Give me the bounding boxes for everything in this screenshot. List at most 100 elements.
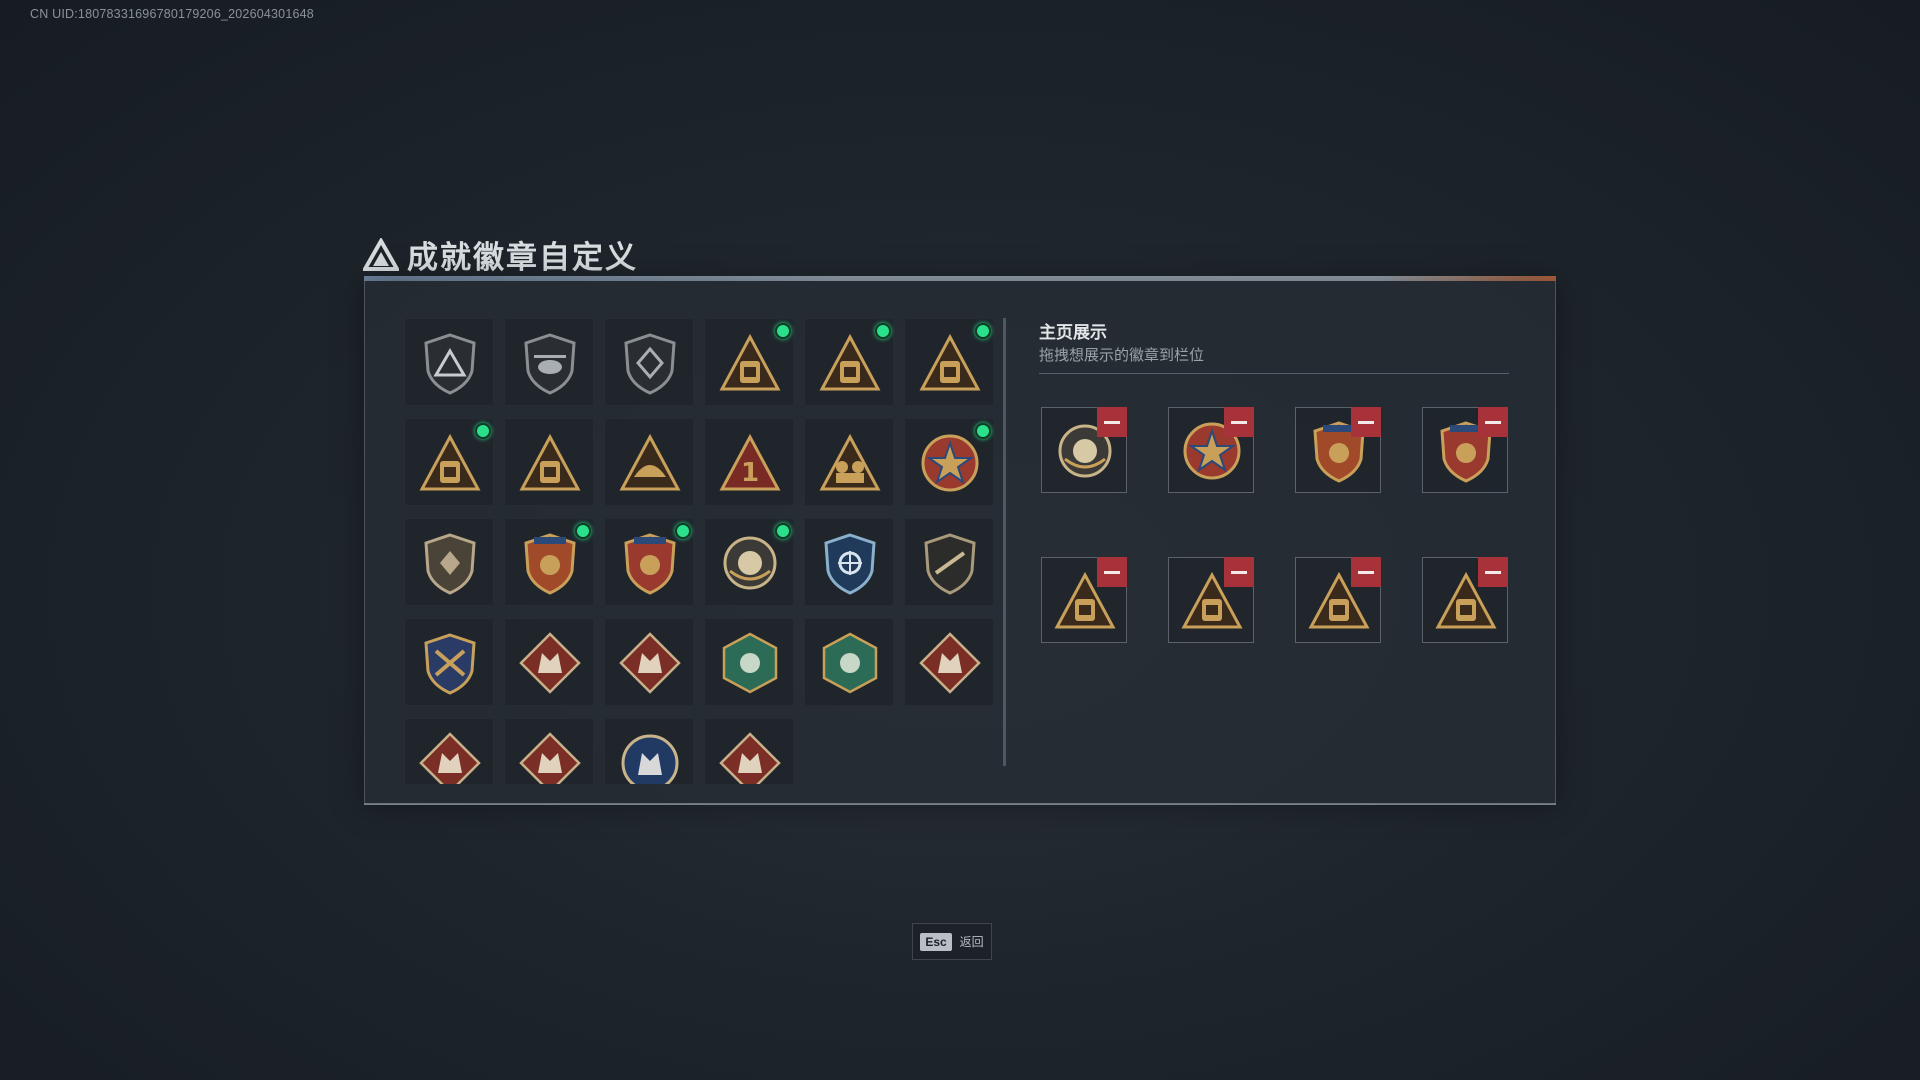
- wolf-red-diamond-badge-icon: [519, 632, 581, 694]
- vest-red-diamond-badge-icon: [719, 732, 781, 784]
- badge-cell[interactable]: [904, 318, 994, 406]
- shield-triangle-logo-icon: [424, 333, 476, 395]
- svg-text:1: 1: [741, 458, 759, 488]
- wolf-red-diamond-2-badge-icon: [619, 632, 681, 694]
- showcase-title: 主页展示: [1039, 323, 1107, 342]
- badge-cell[interactable]: [704, 618, 794, 706]
- badge-cell[interactable]: [604, 718, 694, 784]
- showcase-slot[interactable]: [1168, 557, 1254, 643]
- soldier-green-hex-badge-icon: [822, 632, 878, 694]
- badge-cell[interactable]: [704, 718, 794, 784]
- showcase-slot[interactable]: [1422, 407, 1508, 493]
- new-indicator-dot: [575, 523, 591, 539]
- helicopter-badge-icon: [524, 333, 576, 395]
- stars-shield-red-badge-icon: [624, 533, 676, 595]
- badge-cell[interactable]: [904, 418, 994, 506]
- wolf-blue-circle-badge-icon: [621, 734, 679, 784]
- minus-icon: [1485, 420, 1501, 424]
- showcase-subtitle: 拖拽想展示的徽章到栏位: [1039, 347, 1205, 364]
- minus-icon: [1358, 420, 1374, 424]
- badge-cell[interactable]: [804, 318, 894, 406]
- back-button[interactable]: Esc 返回: [912, 923, 992, 960]
- showcase-divider: [1039, 373, 1509, 374]
- badge-cell[interactable]: [404, 618, 494, 706]
- stars-shield-gold-badge-icon: [524, 533, 576, 595]
- remove-badge-button[interactable]: [1351, 557, 1381, 587]
- showcase-slot[interactable]: [1041, 557, 1127, 643]
- s7-backpack-badge-icon: [419, 433, 481, 491]
- remove-badge-button[interactable]: [1097, 557, 1127, 587]
- badge-cell[interactable]: [604, 318, 694, 406]
- showcase-slot[interactable]: [1422, 557, 1508, 643]
- badge-cell[interactable]: [804, 618, 894, 706]
- badge-cell[interactable]: [404, 718, 494, 784]
- soldiers-triangle-badge-icon: [819, 433, 881, 491]
- back-label: 返回: [959, 935, 984, 949]
- helmet-triangle-badge-icon: [619, 433, 681, 491]
- badge-cell[interactable]: [404, 418, 494, 506]
- new-indicator-dot: [475, 423, 491, 439]
- badge-cell[interactable]: [704, 318, 794, 406]
- esc-key-hint: Esc: [920, 932, 952, 951]
- star-medal-badge-icon: [921, 434, 979, 492]
- badge-cell[interactable]: [904, 618, 994, 706]
- remove-badge-button[interactable]: [1097, 407, 1127, 437]
- badge-cell[interactable]: [604, 418, 694, 506]
- badge-cell[interactable]: [504, 318, 594, 406]
- minus-icon: [1231, 420, 1247, 424]
- badge-cell[interactable]: [804, 518, 894, 606]
- scrollbar-track[interactable]: [1003, 318, 1006, 766]
- dragon-red-diamond-2-badge-icon: [419, 732, 481, 784]
- diamond-emblem-badge-icon: [624, 333, 676, 395]
- badge-collection-grid[interactable]: 1: [404, 318, 996, 784]
- number-one-triangle-badge-icon: 1: [719, 433, 781, 491]
- showcase-slot[interactable]: [1168, 407, 1254, 493]
- badge-cell[interactable]: [404, 318, 494, 406]
- panel-bottom-border: [364, 803, 1556, 805]
- rifle-shield-badge-icon: [924, 533, 976, 595]
- orb-ring-badge-icon: [723, 536, 777, 590]
- crosshair-blue-shield-badge-icon: [824, 533, 876, 595]
- minus-icon: [1485, 570, 1501, 574]
- remove-badge-button[interactable]: [1351, 407, 1381, 437]
- remove-badge-button[interactable]: [1224, 407, 1254, 437]
- new-indicator-dot: [675, 523, 691, 539]
- badge-cell[interactable]: [804, 418, 894, 506]
- new-indicator-dot: [775, 323, 791, 339]
- badge-cell[interactable]: [504, 718, 594, 784]
- badge-cell[interactable]: [404, 518, 494, 606]
- showcase-slot[interactable]: [1295, 557, 1381, 643]
- new-indicator-dot: [875, 323, 891, 339]
- page-header: 成就徽章自定义: [363, 232, 638, 277]
- new-indicator-dot: [775, 523, 791, 539]
- dragon-red-diamond-badge-icon: [919, 632, 981, 694]
- badge-cell[interactable]: 1: [704, 418, 794, 506]
- badge-cell[interactable]: [504, 518, 594, 606]
- badge-cell[interactable]: [604, 518, 694, 606]
- new-indicator-dot: [975, 423, 991, 439]
- badge-cell[interactable]: [504, 418, 594, 506]
- s5-backpack-badge-icon: [819, 333, 881, 391]
- remove-badge-button[interactable]: [1478, 407, 1508, 437]
- badge-cell[interactable]: [904, 518, 994, 606]
- badge-cell[interactable]: [504, 618, 594, 706]
- shield-emblem-badge-icon: [424, 533, 476, 595]
- s8-backpack-badge-icon: [519, 433, 581, 491]
- page-title: 成就徽章自定义: [407, 240, 638, 275]
- showcase-slot[interactable]: [1041, 407, 1127, 493]
- showcase-slot[interactable]: [1295, 407, 1381, 493]
- runner-red-diamond-badge-icon: [519, 732, 581, 784]
- remove-badge-button[interactable]: [1478, 557, 1508, 587]
- triangle-logo-icon: [363, 237, 399, 271]
- s6-backpack-badge-icon: [919, 333, 981, 391]
- badge-cell[interactable]: [704, 518, 794, 606]
- minus-icon: [1104, 420, 1120, 424]
- remove-badge-button[interactable]: [1224, 557, 1254, 587]
- hornet-green-hex-badge-icon: [722, 632, 778, 694]
- minus-icon: [1104, 570, 1120, 574]
- crossed-weapons-gold-badge-icon: [424, 633, 476, 695]
- new-indicator-dot: [975, 323, 991, 339]
- badge-cell[interactable]: [604, 618, 694, 706]
- minus-icon: [1358, 570, 1374, 574]
- minus-icon: [1231, 570, 1247, 574]
